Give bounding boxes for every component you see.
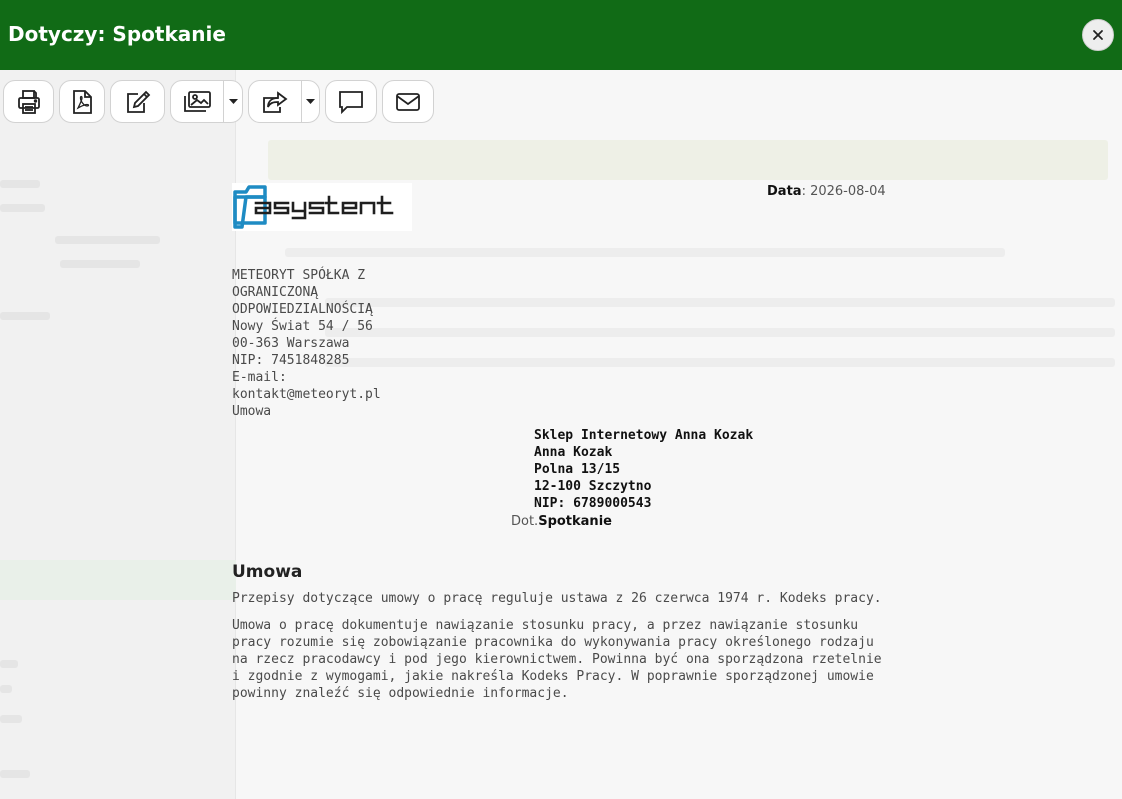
- share-button[interactable]: [249, 81, 302, 122]
- recipient-block: Sklep Internetowy Anna Kozak Anna Kozak …: [534, 427, 753, 512]
- sender-nip: NIP: 7451848285: [232, 353, 350, 368]
- company-logo: [232, 183, 412, 231]
- recipient-street: Polna 13/15: [534, 462, 621, 477]
- sender-block: METEORYT SPÓŁKA Z OGRANICZONĄ ODPOWIEDZI…: [232, 267, 407, 420]
- print-button[interactable]: [3, 80, 54, 123]
- dialog-title: Dotyczy: Spotkanie: [8, 22, 226, 46]
- subject-prefix: Dot.: [511, 514, 539, 529]
- comment-icon: [338, 89, 364, 115]
- recipient-city: 12-100 Szczytno: [534, 479, 652, 494]
- sender-email: kontakt@meteoryt.pl: [232, 387, 381, 402]
- pdf-icon: [71, 89, 93, 115]
- gallery-button[interactable]: [171, 81, 224, 122]
- recipient-person: Anna Kozak: [534, 445, 613, 460]
- printer-icon: [16, 89, 42, 115]
- pdf-button[interactable]: [59, 80, 105, 123]
- date-value: 2026-08-04: [810, 184, 886, 199]
- recipient-company: Sklep Internetowy Anna Kozak: [534, 428, 754, 443]
- sender-doc-type: Umowa: [232, 404, 272, 419]
- sender-email-label: E-mail:: [232, 370, 287, 385]
- toolbar: [0, 80, 460, 124]
- subject-value: Spotkanie: [538, 514, 612, 529]
- sender-name: METEORYT SPÓŁKA Z OGRANICZONĄ ODPOWIEDZI…: [232, 268, 373, 317]
- caret-down-icon: [306, 98, 315, 105]
- document-date: Data: 2026-08-04: [767, 184, 886, 199]
- edit-button[interactable]: [110, 80, 165, 123]
- gallery-dropdown-toggle[interactable]: [224, 81, 242, 122]
- document-paragraph-2: Umowa o pracę dokumentuje nawiązanie sto…: [232, 618, 882, 701]
- date-label: Data: [767, 184, 802, 199]
- email-button[interactable]: [382, 80, 434, 123]
- gallery-split-button: [170, 80, 243, 123]
- dialog-header: Dotyczy: Spotkanie: [0, 0, 1122, 70]
- background-sidebar: [0, 70, 236, 799]
- share-dropdown-toggle[interactable]: [302, 81, 319, 122]
- close-icon: [1091, 28, 1105, 42]
- caret-down-icon: [228, 98, 238, 105]
- edit-icon: [124, 89, 152, 115]
- document-paragraph-1: Przepisy dotyczące umowy o pracę reguluj…: [232, 591, 882, 606]
- background-main-header: [268, 140, 1108, 180]
- sender-city: 00-363 Warszawa: [232, 336, 350, 351]
- images-icon: [182, 90, 212, 114]
- recipient-nip: NIP: 6789000543: [534, 496, 652, 511]
- close-button[interactable]: [1082, 19, 1114, 51]
- background-active-row: [0, 560, 236, 600]
- share-split-button: [248, 80, 320, 123]
- envelope-icon: [395, 91, 421, 113]
- subject-line: Dot.Spotkanie: [511, 513, 612, 530]
- comment-button[interactable]: [325, 80, 377, 123]
- sender-street: Nowy Świat 54 / 56: [232, 319, 373, 334]
- share-icon: [260, 90, 290, 114]
- document-heading: Umowa: [232, 562, 303, 582]
